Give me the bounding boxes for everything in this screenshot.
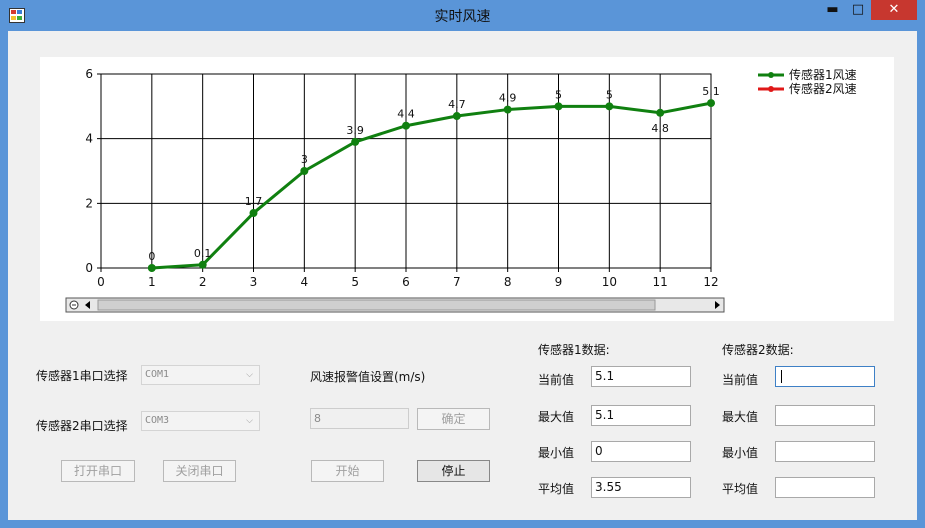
x-tick-label: 9 [555,275,563,289]
y-tick-label: 4 [85,132,93,146]
port1-label: 传感器1串口选择 [36,369,128,383]
chevron-down-icon: ⌵ [246,416,253,426]
close-button[interactable]: ✕ [871,0,917,20]
sensor2-title: 传感器2数据: [722,343,794,357]
sensor2-max-label: 最大值 [722,410,759,424]
x-tick-label: 2 [199,275,207,289]
data-label: 0.1 [194,247,212,260]
data-label: 3.9 [346,124,364,137]
window-title: 实时风速 [434,9,491,25]
x-tick-label: 1 [148,275,156,289]
sensor1-max-field[interactable]: 5.1 [591,405,691,426]
data-label: 5 [555,88,562,101]
data-point [452,112,461,121]
y-tick-label: 6 [85,67,93,81]
threshold-input[interactable]: 8 [310,408,409,429]
legend-label: 传感器2风速 [789,81,857,96]
confirm-button[interactable]: 确定 [417,408,490,430]
data-point [147,264,156,272]
sensor1-min-label: 最小值 [538,446,575,460]
sensor1-current-label: 当前值 [538,373,575,387]
sensor2-avg-field[interactable] [775,477,875,498]
minimize-button[interactable]: ▬ [820,0,845,20]
data-point [656,108,665,117]
x-tick-label: 11 [653,275,668,289]
y-tick-label: 0 [85,261,93,275]
x-tick-label: 0 [97,275,105,289]
data-point [351,137,360,146]
sensor1-avg-label: 平均值 [538,482,575,496]
x-tick-label: 6 [402,275,410,289]
x-tick-label: 3 [250,275,258,289]
data-label: 5 [606,88,613,101]
x-tick-label: 10 [602,275,617,289]
stop-button[interactable]: 停止 [417,460,490,482]
x-tick-label: 12 [703,275,718,289]
sensor1-title: 传感器1数据: [538,343,610,357]
data-label: 4.8 [651,122,669,135]
open-port-button[interactable]: 打开串口 [61,460,135,482]
scrollbar-thumb [97,299,656,311]
data-point [300,167,309,175]
sensor1-avg-field[interactable]: 3.55 [591,477,691,498]
sensor2-current-label: 当前值 [722,373,759,387]
data-point [249,209,258,218]
title-bar: 实时风速 ▬ □ ✕ [0,0,925,30]
data-point [402,121,410,130]
data-point [605,102,614,111]
x-tick-label: 7 [453,275,461,289]
data-label: 4.4 [397,108,415,121]
legend-marker [768,86,774,92]
sensor2-current-field[interactable] [775,366,875,387]
wind-speed-chart: 0 1 2 3 4 5 6 7 8 9 10 11 12 0 2 4 6 0 0.1 1.7 3 3.9 4.4 4.7 4.9… [40,57,894,321]
sensor2-min-label: 最小值 [722,446,759,460]
data-point [554,102,563,111]
data-label: 3 [301,153,308,166]
data-point [707,99,715,108]
maximize-button[interactable]: □ [845,0,871,20]
data-label: 1.7 [245,195,263,208]
data-label: 4.7 [448,98,466,111]
port2-select[interactable]: COM3 ⌵ [141,411,260,431]
legend-label: 传感器1风速 [789,67,857,82]
client-area: 0 1 2 3 4 5 6 7 8 9 10 11 12 0 2 4 6 0 0.1 1.7 3 3.9 4.4 4.7 4.9… [8,31,917,520]
chart-canvas: 0 1 2 3 4 5 6 7 8 9 10 11 1202460 0.11.733.94.44.7 4.9… [65,67,857,313]
sensor2-max-field[interactable] [775,405,875,426]
sensor1-min-field[interactable]: 0 [591,441,691,462]
chevron-down-icon: ⌵ [246,370,253,380]
data-label: 4.9 [499,92,516,105]
app-window: 实时风速 ▬ □ ✕ 0 1 2 3 4 5 6 7 8 9 10 11 12 0 2 4 6 0 0.1 1.7 3 3… [0,0,925,528]
data-point [503,105,512,114]
port1-value: COM1 [145,369,170,380]
data-label: 5.1 [702,85,720,98]
data-point [198,260,207,269]
start-button[interactable]: 开始 [311,460,384,482]
close-port-button[interactable]: 关闭串口 [163,460,236,482]
series-line [151,101,712,270]
threshold-label: 风速报警值设置(m/s) [310,370,426,384]
sensor2-min-field[interactable] [775,441,875,462]
y-tick-label: 2 [85,196,93,210]
sensor1-max-label: 最大值 [538,410,575,424]
legend-marker [768,72,774,78]
port2-value: COM3 [145,415,170,426]
x-tick-label: 5 [351,275,359,289]
port1-select[interactable]: COM1 ⌵ [141,365,260,385]
sensor1-current-field[interactable]: 5.1 [591,366,691,387]
x-tick-label: 4 [301,275,309,289]
sensor2-avg-label: 平均值 [722,482,759,496]
data-label: 0 [148,250,155,263]
text-caret [781,370,782,383]
port2-label: 传感器2串口选择 [36,419,128,433]
x-tick-label: 8 [504,275,512,289]
